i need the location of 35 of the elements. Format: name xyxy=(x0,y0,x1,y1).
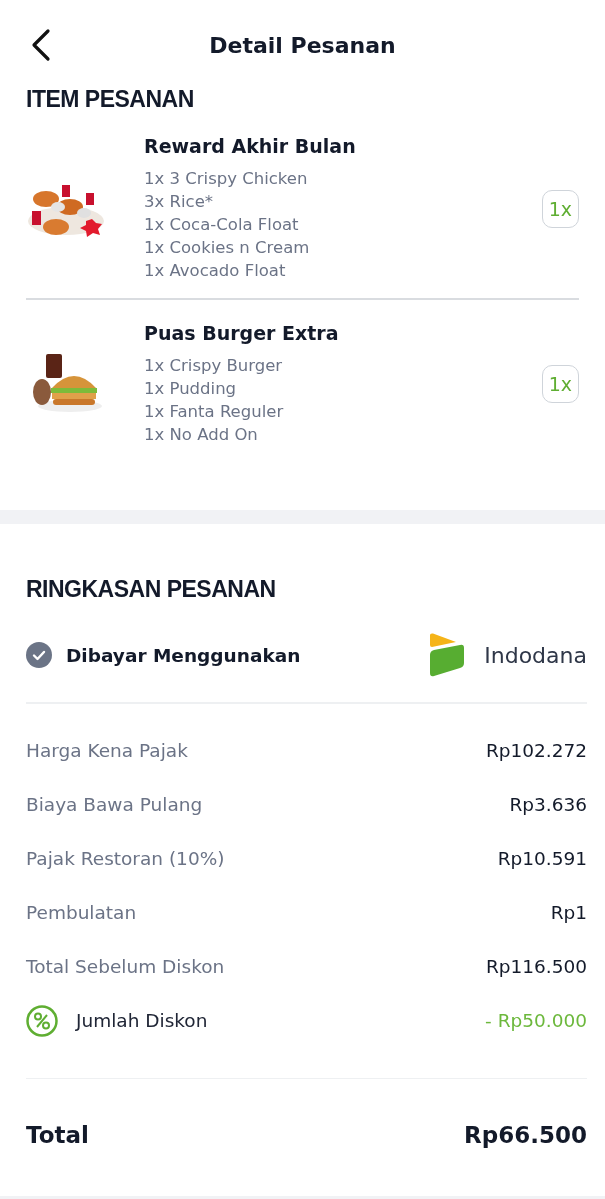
discount-icon xyxy=(26,1004,58,1037)
check-icon xyxy=(26,642,52,668)
summary-value: Rp10.591 xyxy=(497,847,587,869)
summary-value: Rp116.500 xyxy=(485,955,587,977)
summary-label: Pajak Restoran (10%) xyxy=(26,847,225,869)
quantity-badge: 1x xyxy=(541,189,579,228)
item-detail: 1x Avocado Float xyxy=(144,260,287,282)
page-title: Detail Pesanan xyxy=(209,32,396,58)
payment-label: Dibayar Menggunakan xyxy=(66,644,301,666)
item-detail: 1x Fanta Reguler xyxy=(144,401,285,423)
total-label: Total xyxy=(26,1122,89,1148)
summary-label: Pembulatan xyxy=(26,901,137,923)
summary-value: Rp1 xyxy=(550,901,587,923)
item-name: Reward Akhir Bulan xyxy=(144,135,357,157)
item-detail: 1x 3 Crispy Chicken xyxy=(144,168,309,190)
total-value: Rp66.500 xyxy=(464,1122,587,1148)
item-detail: 1x Cookies n Cream xyxy=(144,237,311,259)
summary-value: Rp102.272 xyxy=(485,739,587,761)
item-detail: 1x Crispy Burger xyxy=(144,355,284,377)
item-detail: 1x Coca-Cola Float xyxy=(144,214,300,236)
section-title: RINGKASAN PESANAN xyxy=(26,576,277,603)
logo-icon xyxy=(428,633,467,677)
item-detail: 3x Rice* xyxy=(144,191,215,213)
summary-value: Rp3.636 xyxy=(509,793,587,815)
item-detail: 1x Pudding xyxy=(144,378,238,400)
section-title: ITEM PESANAN xyxy=(26,86,195,113)
summary-label: Harga Kena Pajak xyxy=(26,739,188,761)
summary-label: Total Sebelum Diskon xyxy=(26,955,225,977)
summary-value: - Rp50.000 xyxy=(485,1010,587,1031)
quantity-badge: 1x xyxy=(541,365,579,403)
summary-label: Biaya Bawa Pulang xyxy=(26,793,203,815)
item-name: Puas Burger Extra xyxy=(144,322,340,344)
payment-method: Indodana xyxy=(484,642,587,668)
summary-label: Jumlah Diskon xyxy=(76,1010,208,1031)
item-detail: 1x No Add On xyxy=(144,424,259,446)
